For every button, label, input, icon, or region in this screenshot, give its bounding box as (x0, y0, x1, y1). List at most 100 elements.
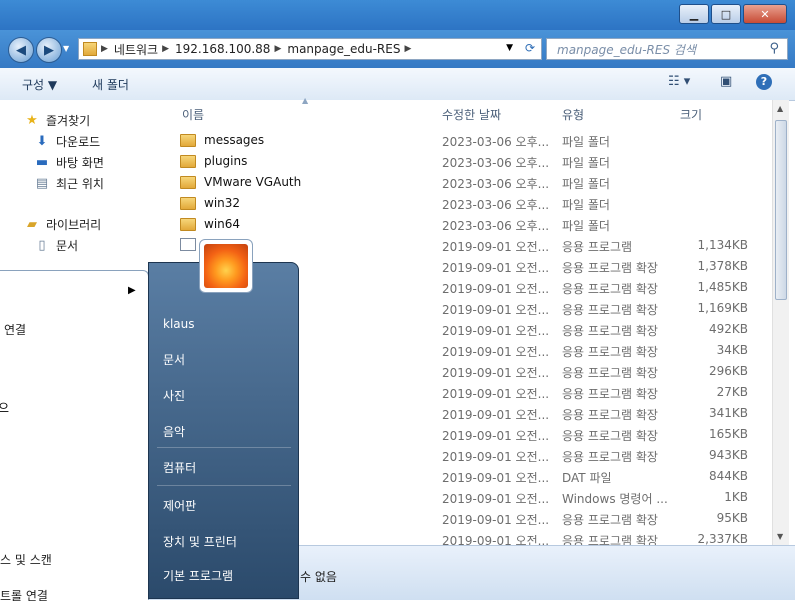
folder-icon (180, 217, 196, 231)
folder-icon (180, 154, 196, 168)
start-devices-printers[interactable]: 장치 및 프린터 (163, 533, 237, 550)
address-bar[interactable]: ▶ 네트워크 ▶ 192.168.100.88 ▶ manpage_edu-RE… (78, 38, 542, 60)
start-control-panel[interactable]: 제어판 (163, 497, 196, 514)
address-dropdown-icon[interactable]: ▼ (506, 43, 513, 53)
nav-documents[interactable]: ▯ 문서 (34, 237, 78, 254)
start-music[interactable]: 음악 (163, 423, 185, 440)
search-icon[interactable]: ⚲ (769, 41, 779, 56)
scrollbar-thumb[interactable] (775, 120, 787, 300)
scroll-up-icon[interactable]: ▲ (777, 104, 783, 113)
back-button[interactable]: ◀ (8, 37, 34, 63)
maximize-button[interactable]: □ (711, 4, 741, 24)
breadcrumb-network[interactable]: 네트워크 (114, 41, 158, 58)
search-box[interactable]: manpage_edu-RES 검색 ⚲ (546, 38, 788, 60)
file-date: 2023-03-06 오후... (442, 135, 550, 149)
file-name: win32 (204, 196, 241, 210)
column-header-date[interactable]: 수정한 날짜 (442, 106, 501, 123)
column-header-name[interactable]: 이름 (182, 106, 204, 123)
new-folder-button[interactable]: 새 폴더 (92, 76, 129, 93)
file-date: 2019-09-01 오전... (442, 492, 550, 506)
file-size: 27KB (716, 385, 748, 399)
close-button[interactable]: ✕ (743, 4, 787, 24)
refresh-icon[interactable]: ⟳ (525, 41, 535, 55)
nav-label: 다운로드 (56, 135, 101, 149)
start-menu-programs: ▶ 연결 으 스 및 스캔 트롤 연결 (0, 270, 149, 603)
back-arrow-icon: ◀ (16, 42, 26, 58)
file-type: 응용 프로그램 확장 (562, 282, 658, 296)
file-row[interactable]: 2019-09-01 오전... 응용 프로그램 1,134KB (172, 235, 772, 256)
nav-desktop[interactable]: ▬ 바탕 화면 (34, 154, 104, 171)
start-item-fragment[interactable]: 으 (0, 399, 9, 416)
downloads-icon: ⬇ (36, 134, 48, 149)
file-row[interactable]: VMware VGAuth 2023-03-06 오후... 파일 폴더 (172, 172, 772, 193)
start-computer[interactable]: 컴퓨터 (163, 459, 196, 476)
status-text: 수 없음 (300, 570, 337, 584)
preview-pane-icon[interactable]: ▣ (720, 74, 732, 89)
nav-label: 최근 위치 (56, 177, 104, 191)
start-pictures[interactable]: 사진 (163, 387, 185, 404)
file-type: 응용 프로그램 확장 (562, 450, 658, 464)
chevron-right-icon: ▶ (274, 44, 282, 54)
file-name-cell: win32 (180, 196, 240, 210)
file-row[interactable]: win32 2023-03-06 오후... 파일 폴더 (172, 193, 772, 214)
start-item-remote[interactable]: 트롤 연결 (0, 587, 48, 604)
vertical-scrollbar[interactable]: ▲ ▼ (772, 100, 789, 545)
file-row[interactable]: win64 2023-03-06 오후... 파일 폴더 (172, 214, 772, 235)
file-size: 943KB (708, 448, 748, 462)
star-icon: ★ (26, 113, 38, 128)
nav-favorites[interactable]: ★ 즐겨찾기 (24, 112, 90, 129)
breadcrumb-host[interactable]: 192.168.100.88 (175, 42, 270, 56)
file-type: 응용 프로그램 확장 (562, 345, 658, 359)
start-item-fax-scan[interactable]: 스 및 스캔 (0, 551, 52, 568)
breadcrumb-share[interactable]: manpage_edu-RES (287, 42, 400, 56)
file-size: 2,337KB (697, 532, 748, 546)
nav-downloads[interactable]: ⬇ 다운로드 (34, 133, 101, 150)
nav-recent[interactable]: ▤ 최근 위치 (34, 175, 104, 192)
forward-button[interactable]: ▶ (36, 37, 62, 63)
file-type: 파일 폴더 (562, 177, 610, 191)
file-name-cell: win64 (180, 217, 240, 231)
file-type: 응용 프로그램 확장 (562, 324, 658, 338)
minimize-button[interactable]: ▁ (679, 4, 709, 24)
file-name-cell: messages (180, 133, 264, 147)
folder-icon (180, 133, 196, 147)
file-row[interactable]: plugins 2023-03-06 오후... 파일 폴더 (172, 151, 772, 172)
column-header-type[interactable]: 유형 (562, 106, 584, 123)
file-type: 응용 프로그램 확장 (562, 429, 658, 443)
scroll-down-icon[interactable]: ▼ (777, 532, 783, 541)
file-type: Windows 명령어 ... (562, 492, 668, 506)
file-type: 파일 폴더 (562, 198, 610, 212)
file-date: 2019-09-01 오전... (442, 282, 550, 296)
help-icon[interactable]: ? (756, 74, 772, 90)
file-size: 1,169KB (697, 301, 748, 315)
chevron-right-icon: ▶ (101, 44, 108, 54)
nav-label: 라이브러리 (46, 218, 102, 232)
user-picture-flower (204, 244, 248, 288)
view-options-icon[interactable]: ☷ ▾ (668, 74, 690, 89)
file-date: 2023-03-06 오후... (442, 156, 550, 170)
file-date: 2023-03-06 오후... (442, 198, 550, 212)
file-size: 95KB (716, 511, 748, 525)
organize-button[interactable]: 구성 ▼ (22, 76, 57, 93)
file-type: 파일 폴더 (562, 219, 610, 233)
document-icon: ▯ (38, 238, 46, 253)
nav-libraries[interactable]: ▰ 라이브러리 (24, 216, 101, 233)
file-row[interactable]: messages 2023-03-06 오후... 파일 폴더 (172, 130, 772, 151)
file-name-cell: VMware VGAuth (180, 175, 301, 189)
divider (157, 485, 291, 486)
network-folder-icon (83, 42, 97, 56)
start-user-name[interactable]: klaus (163, 317, 195, 331)
user-avatar[interactable] (200, 240, 252, 292)
file-date: 2023-03-06 오후... (442, 219, 550, 233)
file-size: 1KB (724, 490, 748, 504)
file-date: 2019-09-01 오전... (442, 303, 550, 317)
start-default-programs[interactable]: 기본 프로그램 (163, 567, 233, 584)
history-dropdown-icon[interactable]: ▼ (63, 44, 69, 53)
column-header-size[interactable]: 크기 (680, 106, 702, 123)
start-documents[interactable]: 문서 (163, 351, 185, 368)
file-name: win64 (204, 217, 241, 231)
file-size: 165KB (708, 427, 748, 441)
file-size: 492KB (708, 322, 748, 336)
file-size: 1,485KB (697, 280, 748, 294)
start-item-connect[interactable]: 연결 (4, 321, 26, 338)
